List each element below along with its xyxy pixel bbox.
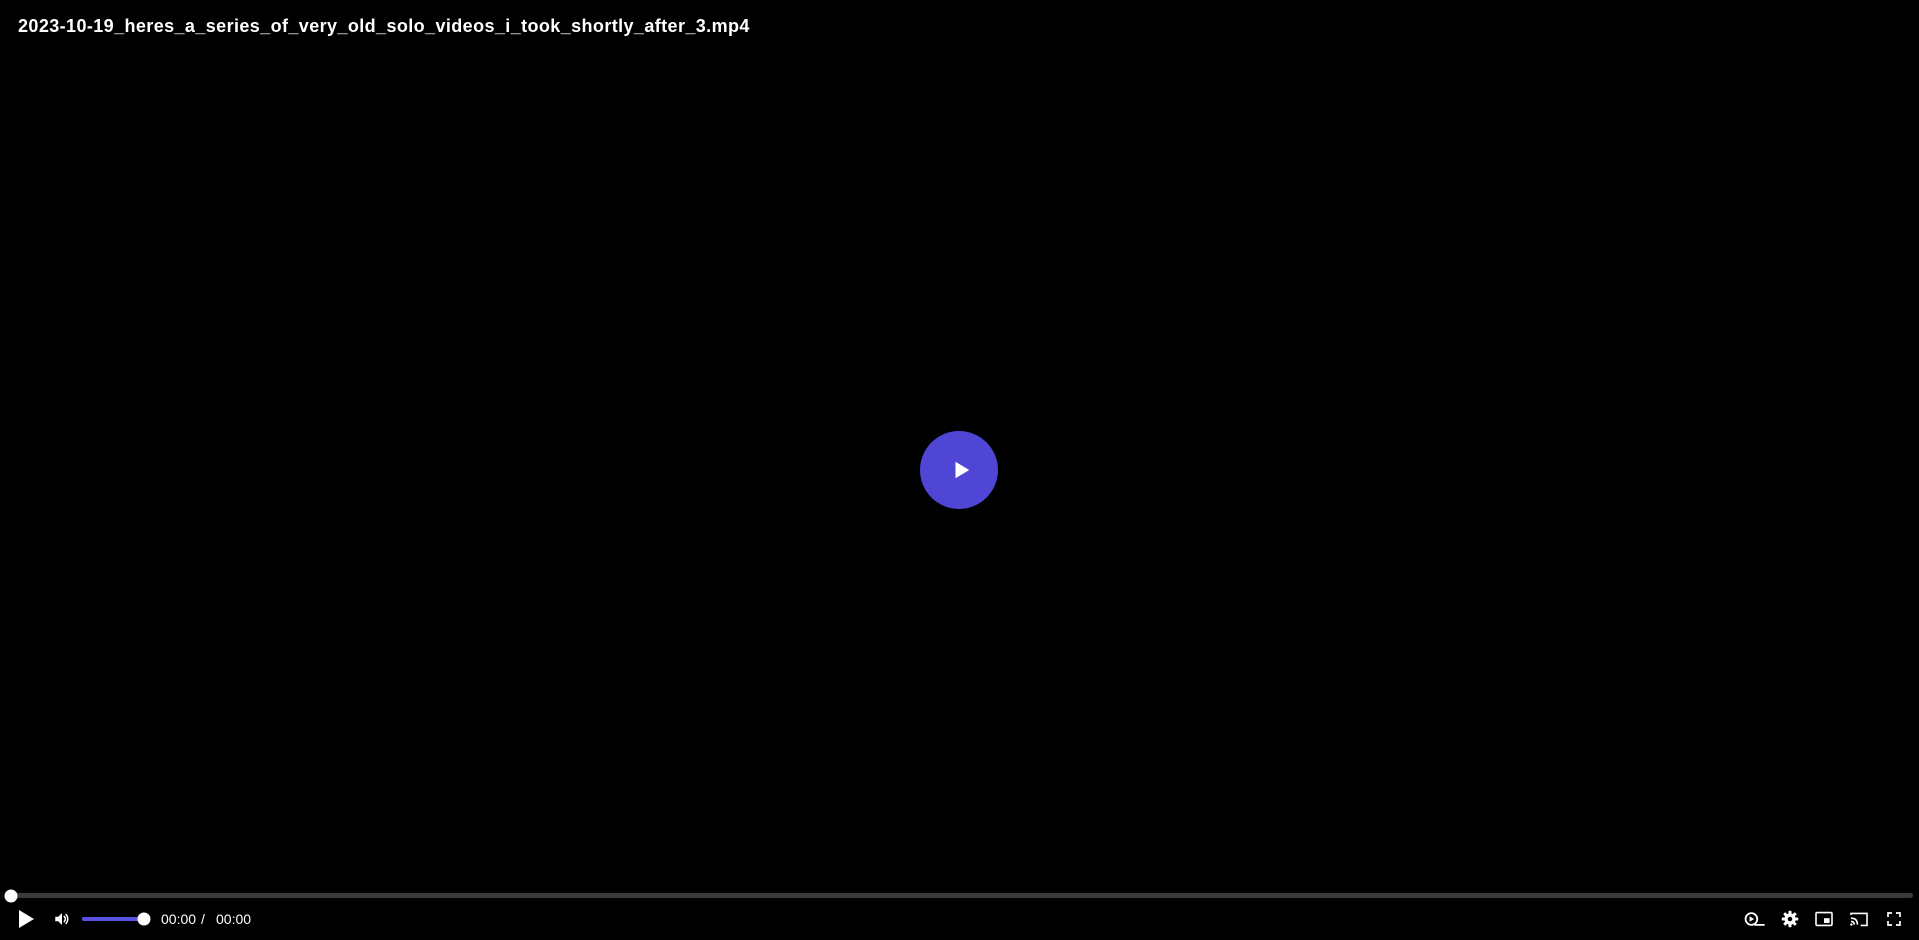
video-title: 2023-10-19_heres_a_series_of_very_old_so… xyxy=(18,16,750,36)
current-time: 00:00 xyxy=(161,911,197,927)
picture-in-picture-icon xyxy=(1815,911,1833,927)
settings-button[interactable] xyxy=(1777,904,1803,934)
fullscreen-icon xyxy=(1887,912,1901,926)
cast-icon xyxy=(1850,912,1868,927)
cast-button[interactable] xyxy=(1846,904,1872,934)
play-icon xyxy=(955,461,970,479)
volume-slider[interactable] xyxy=(82,912,151,926)
progress-handle[interactable] xyxy=(4,889,18,902)
progress-bar[interactable] xyxy=(4,889,1913,902)
volume-icon xyxy=(55,913,69,925)
mute-button[interactable] xyxy=(50,904,74,934)
big-play-button[interactable] xyxy=(920,431,998,509)
volume-handle[interactable] xyxy=(137,912,151,926)
picture-in-picture-button[interactable] xyxy=(1811,904,1837,934)
play-icon xyxy=(19,910,34,928)
control-bar: 00:00 / 00:00 xyxy=(0,904,1919,934)
fullscreen-button[interactable] xyxy=(1881,904,1907,934)
playback-speed-icon xyxy=(1744,912,1765,926)
playback-speed-button[interactable] xyxy=(1742,904,1768,934)
gear-icon xyxy=(1781,910,1799,928)
video-player[interactable]: 2023-10-19_heres_a_series_of_very_old_so… xyxy=(0,0,1919,940)
time-separator: / xyxy=(201,911,205,927)
volume-fill xyxy=(82,917,144,921)
play-button[interactable] xyxy=(14,904,38,934)
duration: 00:00 xyxy=(216,911,252,927)
